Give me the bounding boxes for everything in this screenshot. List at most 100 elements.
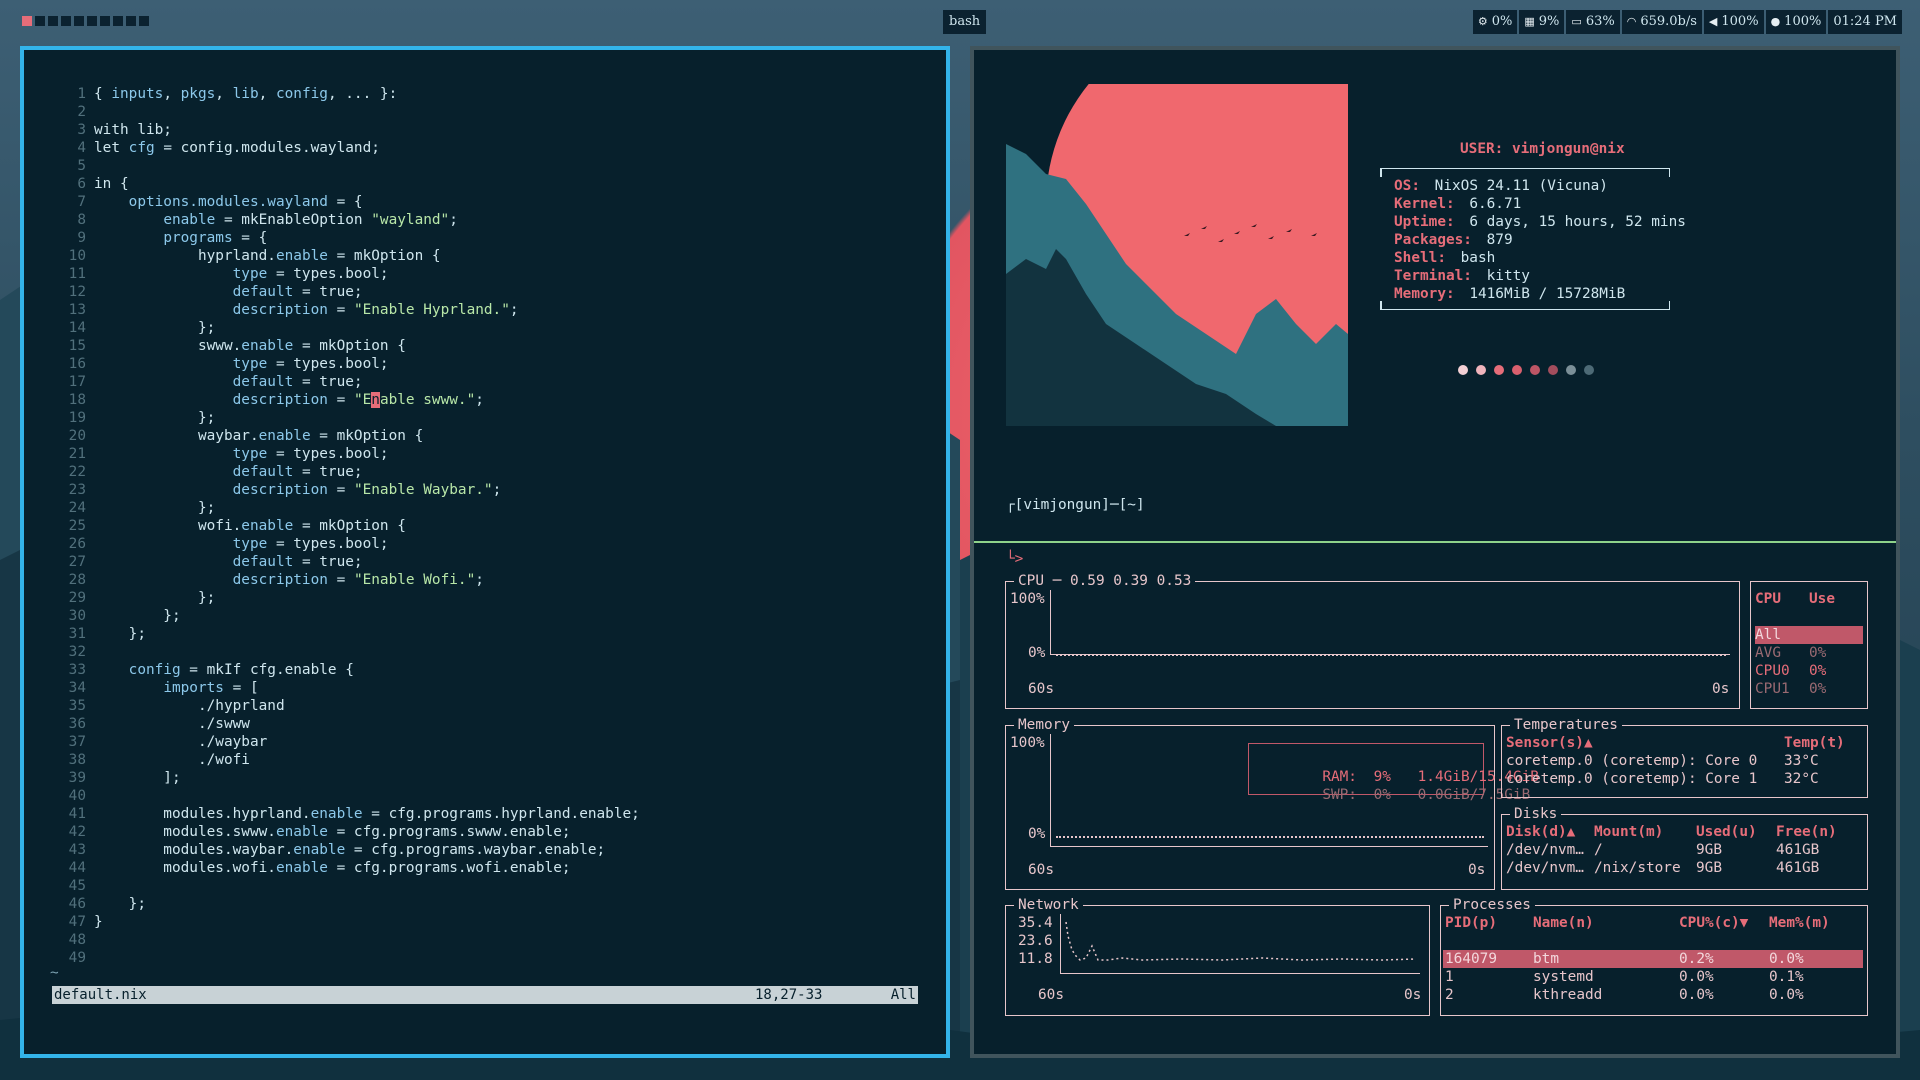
prompt-line-2: └> (1006, 551, 1024, 567)
processes-header-cell[interactable]: Name(n) (1533, 914, 1594, 932)
status-module-brightness[interactable]: ● 100% (1765, 10, 1827, 34)
fetch-row: Packages: 879 (1394, 231, 1686, 249)
workspace-button-5[interactable] (74, 16, 84, 26)
code-token: = types.bool; (267, 266, 389, 282)
workspace-button-2[interactable] (35, 16, 45, 26)
line-number: 26 (68, 536, 86, 552)
palette-dot (1530, 365, 1540, 375)
status-module-memory[interactable]: ▦ 9% (1519, 10, 1565, 34)
line-number: 25 (68, 518, 86, 534)
cpu-graph (1050, 590, 1730, 655)
workspace-button-10[interactable] (139, 16, 149, 26)
network-panel[interactable]: Network 35.4 23.6 11.8 60s 0s (1005, 896, 1430, 1016)
code-token: default (232, 374, 294, 390)
status-module-clock[interactable]: 01:24 PM (1828, 10, 1902, 34)
process-row[interactable]: 164079 btm 0.2% 0.0% (1443, 950, 1863, 968)
temperatures-panel[interactable]: Temperatures Sensor(s)▲ Temp(t) coretemp… (1501, 716, 1868, 798)
pane-divider[interactable] (974, 541, 1896, 543)
workspace-button-8[interactable] (113, 16, 123, 26)
processes-panel[interactable]: Processes PID(p) Name(n) CPU%(c)▼ Mem%(m) 1… (1440, 896, 1868, 1016)
memory-legend: RAM: 9% 1.4GiB/15.4GiB SWP: 0% 0.0GiB/7.… (1248, 743, 1539, 803)
process-cell: kthreadd (1533, 987, 1603, 1003)
workspace-button-1[interactable] (22, 16, 32, 26)
line-number: 43 (68, 842, 86, 858)
processes-header-cell[interactable]: PID(p) (1445, 914, 1497, 932)
terminal-window[interactable]: USER: vimjongun@nix OS: NixOS 24.11 (Vic… (970, 46, 1900, 1058)
memory-panel[interactable]: Memory 100% 0% RAM: 9% 1.4GiB/15.4GiB SW… (1005, 716, 1539, 890)
memory-x-left: 60s (1028, 862, 1054, 878)
code-token: }; (94, 896, 146, 912)
workspace-button-4[interactable] (61, 16, 71, 26)
code-line: 15 swww.enable = mkOption { (50, 337, 640, 355)
editor-window[interactable]: 1{ inputs, pkgs, lib, config, ... }: 2 3 wi… (20, 46, 950, 1058)
code-area[interactable]: 1{ inputs, pkgs, lib, config, ... }: 2 3 wi… (50, 85, 640, 980)
disks-cell: 9GB (1696, 842, 1722, 858)
cpu-legend-name: AVG (1755, 645, 1781, 661)
wifi-icon: ◠ (1626, 15, 1637, 28)
line-number: 41 (68, 806, 86, 822)
cpu-legend-row[interactable]: CPU0 0% (1755, 662, 1826, 680)
code-token: = (327, 572, 354, 588)
disks-cell: /nix/store (1594, 860, 1681, 876)
disks-header-cell[interactable]: Used(u) (1696, 823, 1757, 841)
processes-header-cell[interactable]: CPU%(c)▼ (1679, 914, 1748, 932)
fetch-row: Kernel: 6.6.71 (1394, 195, 1686, 213)
status-module-text: 100% (1721, 14, 1759, 29)
code-line: 47} (50, 913, 640, 931)
code-token: default (232, 464, 294, 480)
code-token: = (327, 392, 354, 408)
line-number: 45 (68, 878, 86, 894)
workspace-button-6[interactable] (87, 16, 97, 26)
cpu-legend-panel[interactable]: CPU Use All AVG 0% CPU0 0% CPU1 0% (1750, 581, 1868, 709)
window-title: bash (943, 10, 987, 34)
text-cursor: n (371, 392, 380, 408)
cpu-legend-row[interactable]: AVG 0% (1755, 644, 1826, 662)
code-line: 33 config = mkIf cfg.enable { (50, 661, 640, 679)
temperatures-title: Temperatures (1510, 716, 1622, 734)
workspace-button-9[interactable] (126, 16, 136, 26)
user-value: vimjongun@nix (1512, 141, 1625, 157)
disks-header-cell[interactable]: Disk(d)▲ (1506, 823, 1575, 841)
process-row[interactable]: 2 kthreadd 0.0% 0.0% (1443, 986, 1863, 1004)
network-trace (1065, 921, 1417, 961)
status-module-cpu-gear[interactable]: ⚙ 0% (1472, 10, 1518, 34)
process-row[interactable]: 1 systemd 0.0% 0.1% (1443, 968, 1863, 986)
code-line: 43 modules.waybar.enable = cfg.programs.… (50, 841, 640, 859)
line-number: 18 (68, 392, 86, 408)
code-token: enable (241, 518, 294, 534)
fetch-label: Uptime: (1394, 214, 1455, 230)
fetch-box: OS: NixOS 24.11 (Vicuna) Kernel: 6.6.71 Up… (1380, 168, 1686, 375)
status-scroll: All (890, 987, 916, 1003)
disks-cell: / (1594, 842, 1603, 858)
disks-header-cell[interactable]: Free(n) (1776, 823, 1837, 841)
code-line: 45 (50, 877, 640, 895)
fetch-logo-image (1006, 84, 1348, 426)
workspace-button-3[interactable] (48, 16, 58, 26)
palette-dot (1458, 365, 1468, 375)
code-token: inputs (111, 86, 164, 102)
temp-sensor: coretemp.0 (coretemp): Core 0 (1506, 753, 1758, 769)
status-module-text: 659.0b/s (1640, 14, 1697, 29)
disks-panel[interactable]: Disks Disk(d)▲ Mount(m) Used(u) Free(n) /de… (1501, 805, 1868, 890)
cpu-panel[interactable]: CPU ─ 0.59 0.39 0.53 100% 0% 60s 0s (1005, 572, 1740, 709)
process-cell: 0.2% (1679, 951, 1714, 967)
code-line: 21 type = types.bool; (50, 445, 640, 463)
process-cell: 0.0% (1679, 987, 1714, 1003)
disks-header-cell[interactable]: Mount(m) (1594, 823, 1663, 841)
code-line: 19 }; (50, 409, 640, 427)
code-token: = cfg.programs.waybar.enable; (345, 842, 606, 858)
cpu-legend-row[interactable]: CPU1 0% (1755, 680, 1826, 698)
processes-header-cell[interactable]: Mem%(m) (1769, 914, 1830, 932)
status-module-wifi[interactable]: ◠ 659.0b/s (1621, 10, 1702, 34)
cpu-legend-row[interactable]: All (1755, 626, 1863, 644)
network-x-right: 0s (1404, 987, 1422, 1003)
line-number: 44 (68, 860, 86, 876)
status-module-volume[interactable]: ◀ 100% (1703, 10, 1764, 34)
status-module-battery[interactable]: ▭ 63% (1566, 10, 1620, 34)
process-cell: 0.0% (1769, 951, 1804, 967)
fetch-value: kitty (1477, 268, 1530, 284)
workspace-button-7[interactable] (100, 16, 110, 26)
code-line: 42 modules.swww.enable = cfg.programs.sw… (50, 823, 640, 841)
